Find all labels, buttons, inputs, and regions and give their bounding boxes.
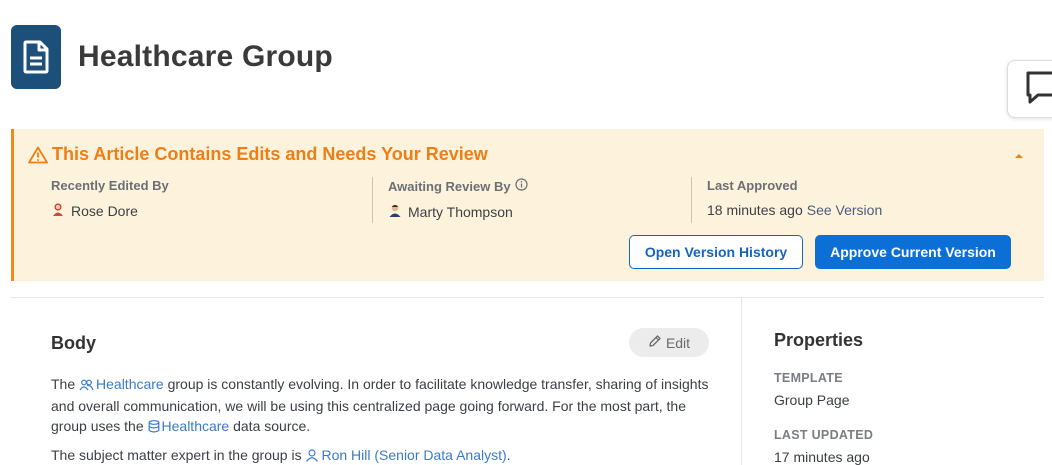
- info-icon[interactable]: [514, 178, 528, 194]
- last-updated-value: 17 minutes ago: [774, 449, 870, 465]
- column-divider: [741, 298, 742, 465]
- body-paragraph: The Healthcare group is constantly evolv…: [51, 374, 711, 438]
- recently-edited-section: Recently Edited By Rose Dore: [51, 178, 169, 219]
- review-banner: This Article Contains Edits and Needs Yo…: [11, 129, 1044, 281]
- awaiting-review-label: Awaiting Review By: [388, 178, 511, 194]
- approve-current-version-button[interactable]: Approve Current Version: [815, 235, 1011, 269]
- chevron-up-icon[interactable]: [1014, 147, 1024, 165]
- edit-label: Edit: [665, 334, 691, 351]
- banner-title: This Article Contains Edits and Needs Yo…: [52, 144, 488, 164]
- last-approved-time: 18 minutes ago: [707, 202, 803, 218]
- chat-button[interactable]: [1007, 60, 1052, 118]
- avatar: [388, 203, 402, 220]
- awaiting-review-section: Awaiting Review By Marty Thompson: [388, 178, 528, 220]
- pencil-icon: [648, 334, 662, 351]
- chat-icon: [1024, 70, 1052, 109]
- body-paragraph: The subject matter expert in the group i…: [51, 445, 711, 465]
- warning-icon: [28, 146, 48, 169]
- open-version-history-button[interactable]: Open Version History: [629, 235, 803, 269]
- last-approved-label: Last Approved: [707, 178, 798, 193]
- body-heading: Body: [51, 333, 96, 353]
- recently-edited-label: Recently Edited By: [51, 178, 169, 193]
- last-approved-section: Last Approved 18 minutes ago See Version: [707, 178, 882, 218]
- properties-heading: Properties: [774, 330, 864, 350]
- group-link[interactable]: Healthcare: [79, 376, 164, 392]
- template-label: TEMPLATE: [774, 371, 843, 385]
- last-updated-label: LAST UPDATED: [774, 428, 874, 442]
- edit-button[interactable]: Edit: [629, 328, 709, 357]
- template-value: Group Page: [774, 392, 850, 408]
- see-version-link[interactable]: See Version: [807, 202, 883, 218]
- person-link[interactable]: Ron Hill (Senior Data Analyst): [305, 447, 507, 465]
- document-icon: [11, 25, 61, 89]
- avatar: [51, 202, 65, 219]
- group-icon: [79, 376, 94, 396]
- user-icon: [305, 447, 319, 465]
- database-icon: [148, 418, 160, 438]
- datasource-link[interactable]: Healthcare: [148, 418, 229, 434]
- page-title: Healthcare Group: [78, 40, 333, 73]
- recently-edited-user[interactable]: Rose Dore: [71, 203, 138, 219]
- awaiting-review-user[interactable]: Marty Thompson: [408, 204, 513, 220]
- section-divider: [11, 297, 1044, 298]
